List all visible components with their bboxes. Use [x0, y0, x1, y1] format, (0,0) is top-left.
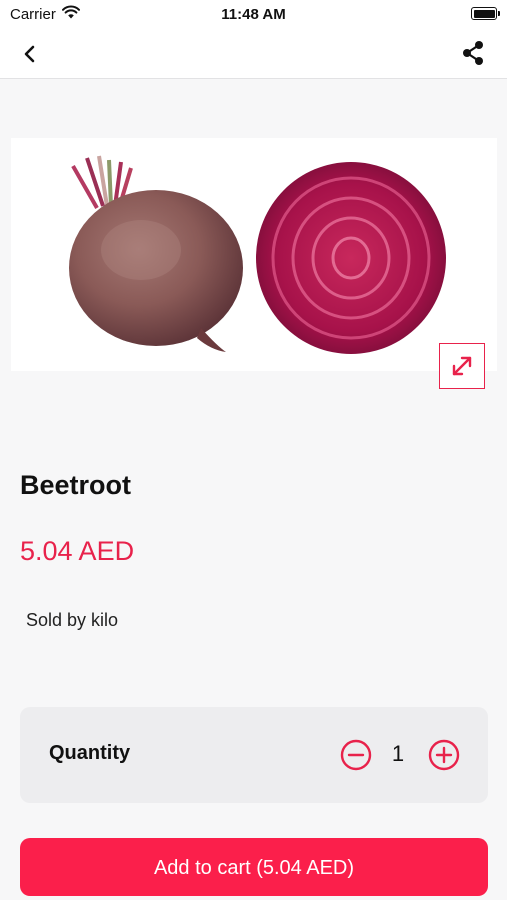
- chevron-left-icon: [24, 45, 35, 63]
- sold-by-unit: Sold by kilo: [26, 610, 119, 630]
- expand-image-button[interactable]: [439, 343, 485, 389]
- share-button[interactable]: [459, 39, 487, 67]
- back-button[interactable]: [16, 40, 44, 68]
- status-bar: Carrier 11:48 AM: [0, 0, 507, 30]
- product-image[interactable]: [11, 138, 497, 371]
- minus-circle-icon: [340, 739, 372, 771]
- expand-diagonal-icon: [452, 356, 472, 376]
- share-icon: [463, 41, 483, 65]
- navigation-bar: [0, 30, 507, 79]
- product-name: Beetroot: [20, 470, 132, 500]
- quantity-card: Quantity 1: [20, 707, 488, 803]
- decrease-quantity-button[interactable]: [340, 739, 372, 771]
- increase-quantity-button[interactable]: [428, 739, 460, 771]
- plus-circle-icon: [428, 739, 460, 771]
- add-to-cart-label: Add to cart (5.04 AED): [153, 857, 355, 879]
- quantity-label: Quantity: [49, 742, 131, 764]
- battery-icon: [471, 7, 500, 20]
- status-time: 11:48 AM: [221, 6, 286, 23]
- add-to-cart-button[interactable]: Add to cart (5.04 AED): [20, 838, 488, 896]
- product-price: 5.04 AED: [20, 536, 135, 566]
- quantity-value: 1: [391, 741, 405, 766]
